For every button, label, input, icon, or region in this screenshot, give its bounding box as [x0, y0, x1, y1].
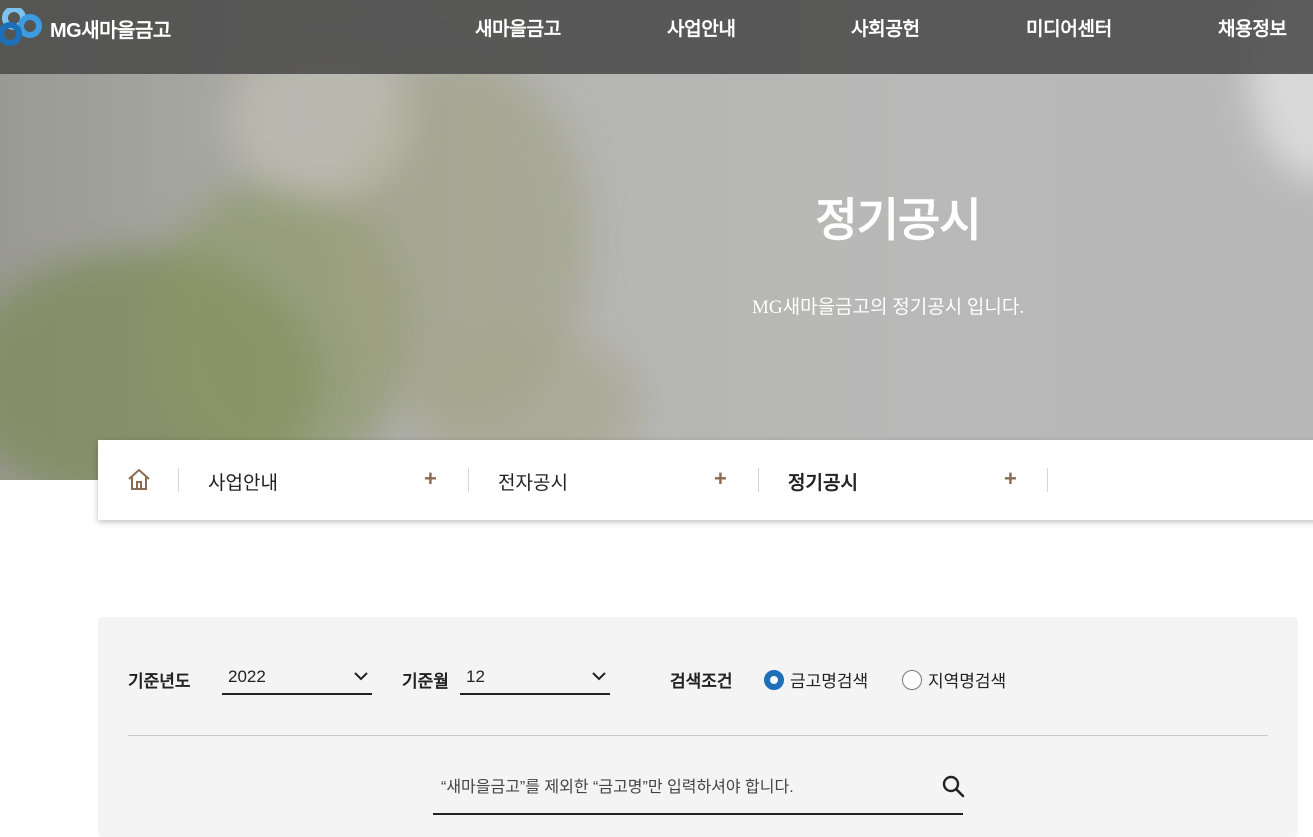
condition-label: 검색조건 — [670, 672, 733, 691]
page-title-text: 정기공시 — [815, 194, 981, 246]
expand-icon[interactable]: + — [714, 466, 727, 492]
radio-name-search[interactable]: 금고명검색 — [764, 667, 868, 692]
search-input[interactable] — [433, 763, 963, 815]
nav-item-social[interactable]: 사회공헌 — [851, 14, 920, 41]
nav-item-saemaul[interactable]: 새마을금고 — [475, 14, 561, 41]
breadcrumb-regular-disclosure[interactable]: 정기공시 — [788, 468, 858, 495]
radio-label: 지역명검색 — [928, 672, 1007, 691]
nav-item-business[interactable]: 사업안내 — [667, 14, 736, 41]
breadcrumb-business[interactable]: 사업안내 — [208, 468, 278, 495]
breadcrumb-divider — [178, 468, 179, 492]
radio-selected-icon — [764, 669, 784, 690]
radio-label: 금고명검색 — [790, 672, 869, 691]
home-icon[interactable] — [126, 467, 152, 493]
page-subtitle: MG새마을금고의 정기공시 입니다. — [752, 297, 1025, 318]
page-title: 정기공시 — [0, 184, 1313, 250]
breadcrumb-divider — [758, 468, 759, 492]
nav-item-media[interactable]: 미디어센터 — [1026, 14, 1112, 41]
breadcrumb: 사업안내 + 전자공시 + 정기공시 + — [98, 440, 1313, 520]
year-value: 2022 — [228, 667, 266, 686]
main-menu: 새마을금고 사업안내 사회공헌 미디어센터 채용정보 — [0, 14, 1313, 44]
breadcrumb-edisclosure[interactable]: 전자공시 — [498, 468, 568, 495]
breadcrumb-divider — [1047, 468, 1048, 492]
year-select[interactable]: 2022 — [222, 655, 372, 695]
expand-icon[interactable]: + — [1004, 466, 1017, 492]
year-label: 기준년도 — [128, 672, 191, 691]
chevron-down-icon — [354, 672, 368, 681]
breadcrumb-divider — [468, 468, 469, 492]
chevron-down-icon — [592, 672, 606, 681]
radio-unselected-icon — [902, 669, 922, 690]
nav-item-recruit[interactable]: 채용정보 — [1218, 14, 1287, 41]
search-icon[interactable] — [941, 774, 965, 798]
month-label: 기준월 — [402, 672, 449, 691]
divider — [128, 735, 1268, 736]
expand-icon[interactable]: + — [424, 466, 437, 492]
top-navigation: MG새마을금고 새마을금고 사업안내 사회공헌 미디어센터 채용정보 — [0, 0, 1313, 74]
month-select[interactable]: 12 — [460, 655, 610, 695]
search-panel: 기준년도 2022 기준월 12 검색조건 금고명검색 지역명검색 — [98, 617, 1298, 837]
radio-region-search[interactable]: 지역명검색 — [902, 667, 1006, 692]
month-value: 12 — [466, 667, 485, 686]
